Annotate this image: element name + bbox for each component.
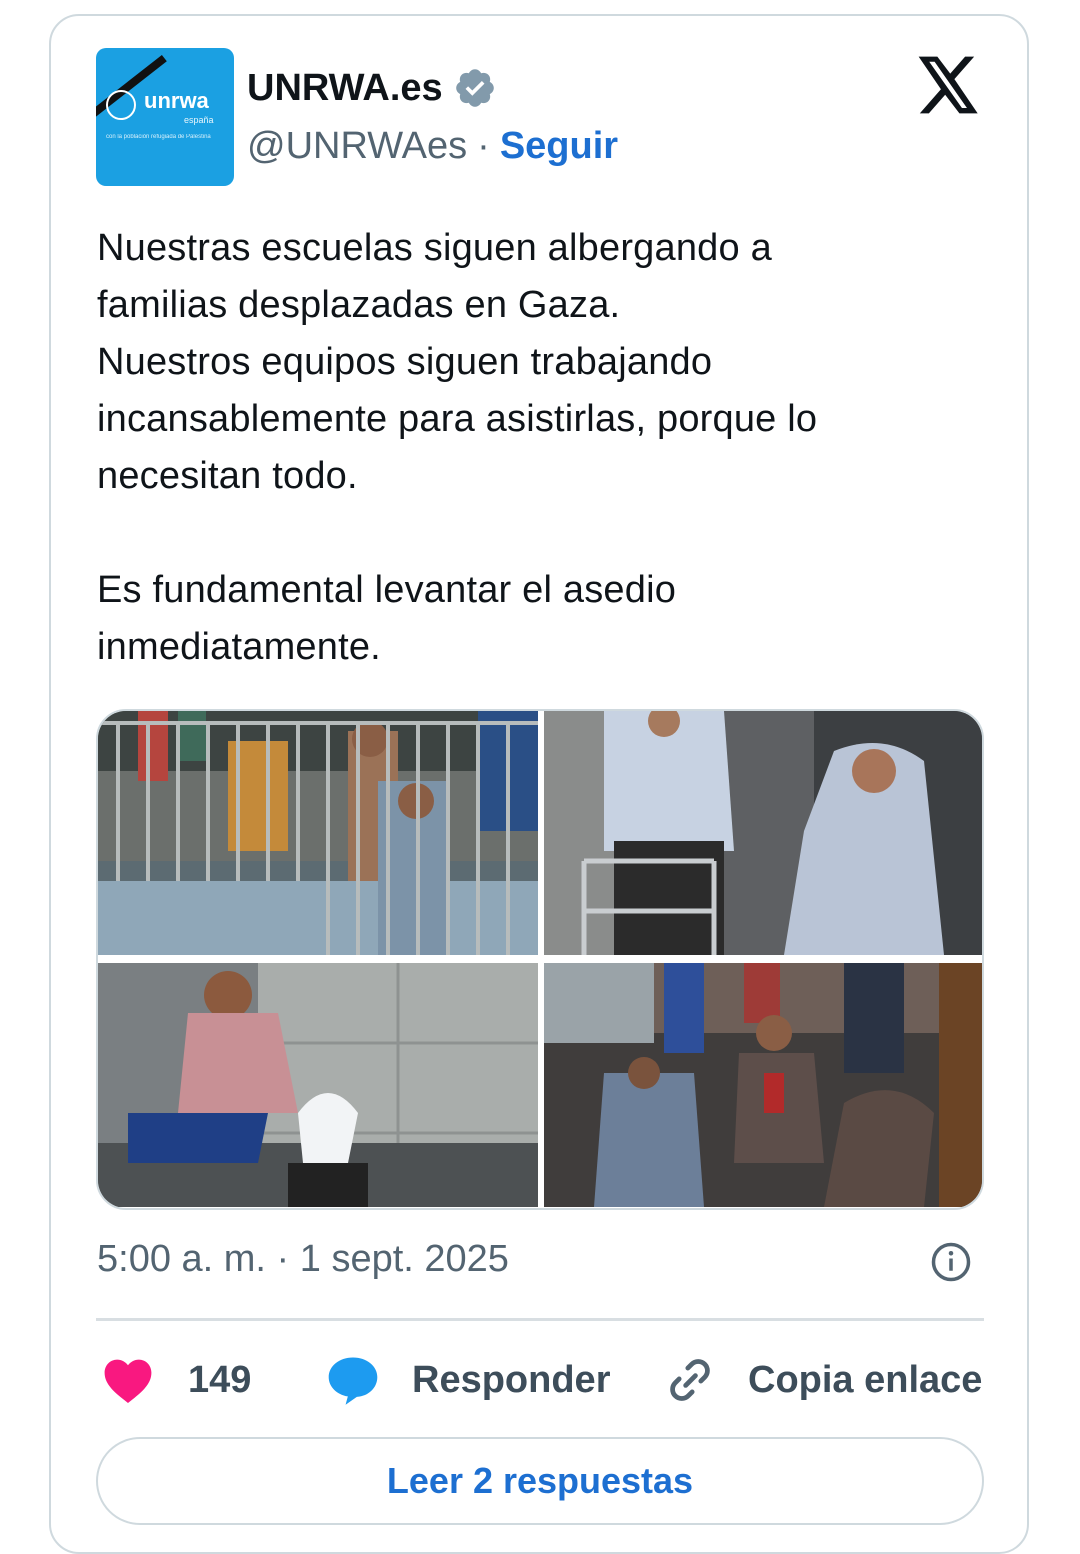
- avatar-sub-text: españa: [184, 115, 214, 125]
- read-replies-button[interactable]: Leer 2 respuestas: [96, 1437, 984, 1525]
- photo-elderly-women-with-walker[interactable]: [544, 711, 982, 955]
- heart-icon: [104, 1359, 152, 1403]
- photo-girl-washing-cloth[interactable]: [98, 963, 538, 1207]
- tweet-text: Nuestras escuelas siguen albergando a fa…: [97, 227, 818, 668]
- like-button[interactable]: 149: [102, 1350, 251, 1410]
- media-grid[interactable]: [96, 709, 984, 1210]
- divider: [96, 1318, 984, 1321]
- info-icon[interactable]: [930, 1241, 972, 1283]
- speech-bubble-icon: [328, 1357, 378, 1405]
- account-name-row: UNRWA.es: [247, 64, 497, 112]
- reply-label: Responder: [412, 1358, 611, 1401]
- reply-button[interactable]: Responder: [326, 1350, 610, 1410]
- tweet-actions: 149 Responder Copia enlace: [96, 1350, 984, 1410]
- avatar-logo-text: unrwa: [144, 88, 209, 113]
- avatar[interactable]: unrwa españa con la población refugiada …: [96, 48, 234, 186]
- link-icon: [670, 1359, 710, 1401]
- account-handle[interactable]: @UNRWAes: [247, 125, 467, 168]
- separator: ·: [477, 124, 490, 167]
- copy-link-label: Copia enlace: [748, 1358, 983, 1401]
- un-emblem-icon: [106, 90, 136, 120]
- photo-children-behind-railing[interactable]: [98, 711, 538, 955]
- x-logo-icon[interactable]: [918, 56, 980, 114]
- verified-badge-icon: [455, 69, 494, 107]
- account-handle-row: @UNRWAes · Seguir: [247, 122, 618, 170]
- account-name[interactable]: UNRWA.es: [247, 67, 443, 110]
- copy-link-button[interactable]: Copia enlace: [664, 1350, 982, 1410]
- photo-families-in-shelter[interactable]: [544, 963, 982, 1207]
- tweet-timestamp[interactable]: 5:00 a. m. · 1 sept. 2025: [97, 1238, 509, 1281]
- avatar-tagline: con la población refugiada de Palestina: [106, 134, 211, 140]
- like-count: 149: [188, 1358, 252, 1401]
- follow-button[interactable]: Seguir: [500, 125, 618, 168]
